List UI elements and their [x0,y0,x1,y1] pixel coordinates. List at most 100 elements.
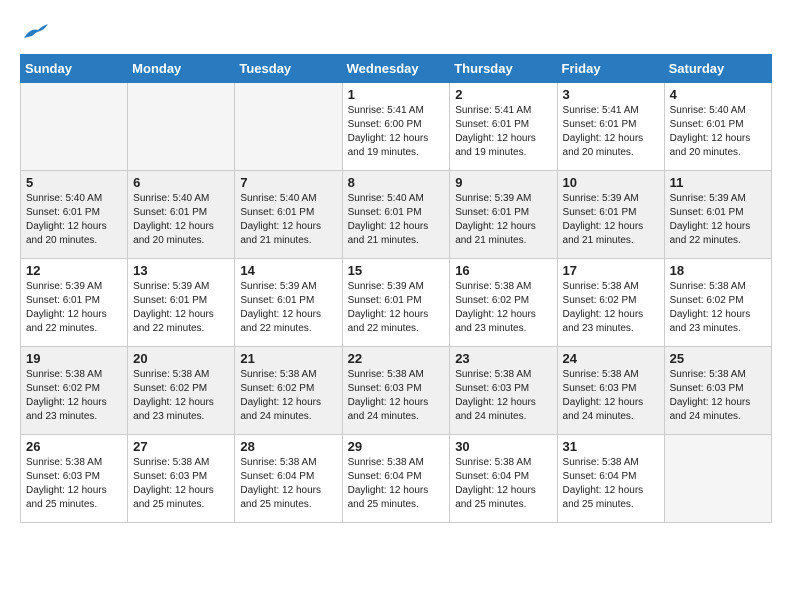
day-info: Sunrise: 5:41 AM Sunset: 6:00 PM Dayligh… [348,104,445,160]
day-info: Sunrise: 5:39 AM Sunset: 6:01 PM Dayligh… [133,280,229,336]
calendar-cell: 23 Sunrise: 5:38 AM Sunset: 6:03 PM Dayli… [450,347,557,435]
weekday-header-friday: Friday [557,55,664,83]
calendar-header-row: SundayMondayTuesdayWednesdayThursdayFrid… [21,55,772,83]
day-number: 13 [133,263,229,278]
calendar-cell: 8 Sunrise: 5:40 AM Sunset: 6:01 PM Daylig… [342,171,450,259]
day-info: Sunrise: 5:40 AM Sunset: 6:01 PM Dayligh… [240,192,336,248]
day-info: Sunrise: 5:38 AM Sunset: 6:03 PM Dayligh… [563,368,659,424]
day-info: Sunrise: 5:39 AM Sunset: 6:01 PM Dayligh… [348,280,445,336]
calendar-cell: 16 Sunrise: 5:38 AM Sunset: 6:02 PM Dayli… [450,259,557,347]
day-info: Sunrise: 5:39 AM Sunset: 6:01 PM Dayligh… [240,280,336,336]
day-number: 30 [455,439,551,454]
day-number: 4 [670,87,766,102]
day-info: Sunrise: 5:38 AM Sunset: 6:04 PM Dayligh… [348,456,445,512]
day-info: Sunrise: 5:38 AM Sunset: 6:03 PM Dayligh… [26,456,122,512]
calendar-cell: 4 Sunrise: 5:40 AM Sunset: 6:01 PM Daylig… [664,83,771,171]
weekday-header-wednesday: Wednesday [342,55,450,83]
day-number: 18 [670,263,766,278]
weekday-header-tuesday: Tuesday [235,55,342,83]
calendar-cell: 5Sunrise: 5:40 AM Sunset: 6:01 PM Daylig… [21,171,128,259]
day-info: Sunrise: 5:40 AM Sunset: 6:01 PM Dayligh… [26,192,122,248]
logo [20,20,50,38]
day-number: 17 [563,263,659,278]
day-info: Sunrise: 5:39 AM Sunset: 6:01 PM Dayligh… [455,192,551,248]
calendar-cell: 20Sunrise: 5:38 AM Sunset: 6:02 PM Dayli… [128,347,235,435]
calendar-cell: 30Sunrise: 5:38 AM Sunset: 6:04 PM Dayli… [450,435,557,523]
calendar-cell: 14 Sunrise: 5:39 AM Sunset: 6:01 PM Dayli… [235,259,342,347]
day-number: 26 [26,439,122,454]
calendar-cell: 26 Sunrise: 5:38 AM Sunset: 6:03 PM Dayli… [21,435,128,523]
day-number: 24 [563,351,659,366]
day-number: 12 [26,263,122,278]
weekday-header-sunday: Sunday [21,55,128,83]
calendar-cell [235,83,342,171]
day-info: Sunrise: 5:38 AM Sunset: 6:04 PM Dayligh… [563,456,659,512]
day-number: 19 [26,351,122,366]
day-number: 23 [455,351,551,366]
week-row-5: 26 Sunrise: 5:38 AM Sunset: 6:03 PM Dayli… [21,435,772,523]
day-number: 8 [348,175,445,190]
day-number: 22 [348,351,445,366]
day-info: Sunrise: 5:41 AM Sunset: 6:01 PM Dayligh… [455,104,551,160]
calendar-cell: 22 Sunrise: 5:38 AM Sunset: 6:03 PM Dayli… [342,347,450,435]
day-info: Sunrise: 5:41 AM Sunset: 6:01 PM Dayligh… [563,104,659,160]
day-info: Sunrise: 5:38 AM Sunset: 6:03 PM Dayligh… [670,368,766,424]
weekday-header-saturday: Saturday [664,55,771,83]
day-info: Sunrise: 5:40 AM Sunset: 6:01 PM Dayligh… [133,192,229,248]
weekday-header-thursday: Thursday [450,55,557,83]
calendar-cell: 21 Sunrise: 5:38 AM Sunset: 6:02 PM Dayli… [235,347,342,435]
weekday-header-monday: Monday [128,55,235,83]
calendar-cell: 3Sunrise: 5:41 AM Sunset: 6:01 PM Daylig… [557,83,664,171]
calendar-cell: 28 Sunrise: 5:38 AM Sunset: 6:04 PM Dayli… [235,435,342,523]
week-row-1: 1 Sunrise: 5:41 AM Sunset: 6:00 PM Daylig… [21,83,772,171]
day-number: 14 [240,263,336,278]
calendar-cell: 25 Sunrise: 5:38 AM Sunset: 6:03 PM Dayli… [664,347,771,435]
calendar-table: SundayMondayTuesdayWednesdayThursdayFrid… [20,54,772,523]
day-info: Sunrise: 5:38 AM Sunset: 6:04 PM Dayligh… [240,456,336,512]
day-info: Sunrise: 5:39 AM Sunset: 6:01 PM Dayligh… [670,192,766,248]
day-info: Sunrise: 5:38 AM Sunset: 6:02 PM Dayligh… [670,280,766,336]
day-info: Sunrise: 5:40 AM Sunset: 6:01 PM Dayligh… [348,192,445,248]
day-info: Sunrise: 5:38 AM Sunset: 6:02 PM Dayligh… [26,368,122,424]
day-number: 6 [133,175,229,190]
day-number: 7 [240,175,336,190]
day-info: Sunrise: 5:38 AM Sunset: 6:03 PM Dayligh… [133,456,229,512]
day-number: 29 [348,439,445,454]
day-number: 21 [240,351,336,366]
day-number: 28 [240,439,336,454]
day-info: Sunrise: 5:38 AM Sunset: 6:03 PM Dayligh… [455,368,551,424]
calendar-cell: 12 Sunrise: 5:39 AM Sunset: 6:01 PM Dayli… [21,259,128,347]
day-number: 16 [455,263,551,278]
calendar-cell: 6 Sunrise: 5:40 AM Sunset: 6:01 PM Daylig… [128,171,235,259]
calendar-cell: 2 Sunrise: 5:41 AM Sunset: 6:01 PM Daylig… [450,83,557,171]
day-info: Sunrise: 5:40 AM Sunset: 6:01 PM Dayligh… [670,104,766,160]
calendar-cell: 9Sunrise: 5:39 AM Sunset: 6:01 PM Daylig… [450,171,557,259]
day-number: 25 [670,351,766,366]
day-number: 27 [133,439,229,454]
day-number: 11 [670,175,766,190]
calendar-cell: 29 Sunrise: 5:38 AM Sunset: 6:04 PM Dayli… [342,435,450,523]
day-number: 20 [133,351,229,366]
page-header [20,20,772,38]
day-number: 1 [348,87,445,102]
calendar-cell: 17 Sunrise: 5:38 AM Sunset: 6:02 PM Dayli… [557,259,664,347]
week-row-4: 19 Sunrise: 5:38 AM Sunset: 6:02 PM Dayli… [21,347,772,435]
day-number: 31 [563,439,659,454]
day-info: Sunrise: 5:38 AM Sunset: 6:02 PM Dayligh… [240,368,336,424]
calendar-cell [128,83,235,171]
week-row-3: 12 Sunrise: 5:39 AM Sunset: 6:01 PM Dayli… [21,259,772,347]
calendar-cell: 27 Sunrise: 5:38 AM Sunset: 6:03 PM Dayli… [128,435,235,523]
calendar-cell [21,83,128,171]
calendar-cell: 18 Sunrise: 5:38 AM Sunset: 6:02 PM Dayli… [664,259,771,347]
calendar-cell: 13 Sunrise: 5:39 AM Sunset: 6:01 PM Dayli… [128,259,235,347]
day-info: Sunrise: 5:38 AM Sunset: 6:02 PM Dayligh… [455,280,551,336]
day-info: Sunrise: 5:38 AM Sunset: 6:03 PM Dayligh… [348,368,445,424]
day-info: Sunrise: 5:39 AM Sunset: 6:01 PM Dayligh… [26,280,122,336]
day-number: 15 [348,263,445,278]
day-info: Sunrise: 5:38 AM Sunset: 6:02 PM Dayligh… [563,280,659,336]
calendar-cell: 31 Sunrise: 5:38 AM Sunset: 6:04 PM Dayli… [557,435,664,523]
week-row-2: 5Sunrise: 5:40 AM Sunset: 6:01 PM Daylig… [21,171,772,259]
calendar-cell: 10Sunrise: 5:39 AM Sunset: 6:01 PM Dayli… [557,171,664,259]
day-number: 2 [455,87,551,102]
logo-bird-icon [22,20,50,42]
